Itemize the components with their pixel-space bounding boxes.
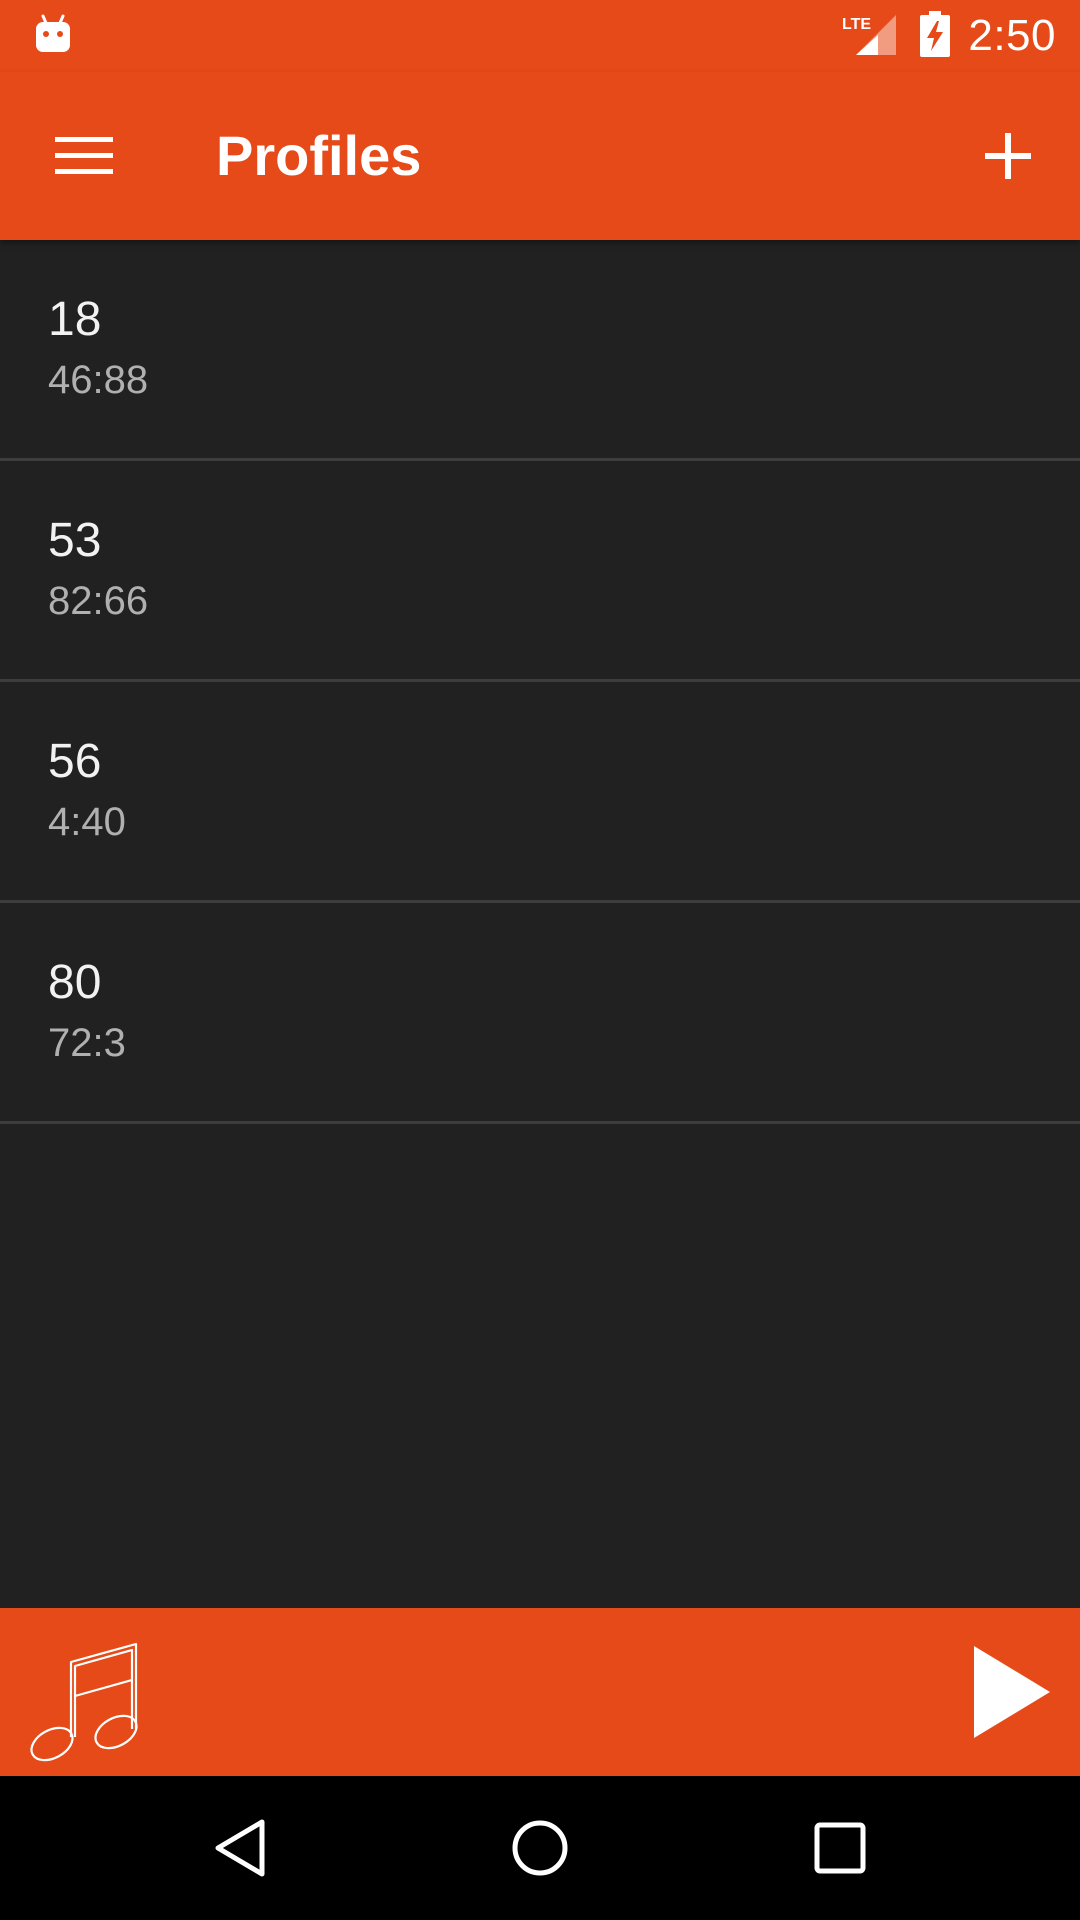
profile-time: 46:88 (48, 358, 149, 402)
navigation-bar (0, 1776, 1080, 1920)
lte-label: LTE (842, 16, 871, 33)
list-item[interactable]: 53 82:66 (0, 461, 1080, 682)
status-icons: LTE 2:50 (842, 0, 1056, 72)
status-bar: LTE 2:50 (0, 0, 1080, 72)
back-icon (215, 1819, 265, 1877)
list-item[interactable]: 56 4:40 (0, 682, 1080, 903)
home-button[interactable] (500, 1812, 580, 1884)
play-icon (974, 1646, 1050, 1738)
list-item[interactable]: 18 46:88 (0, 240, 1080, 461)
music-note-icon (26, 1626, 146, 1766)
profile-name: 18 (48, 293, 102, 346)
recents-button[interactable] (800, 1812, 880, 1884)
profile-name: 53 (48, 514, 102, 567)
back-button[interactable] (202, 1812, 282, 1884)
page-title: Profiles (216, 124, 422, 187)
profile-list: 18 46:88 53 82:66 56 4:40 80 72:3 (0, 240, 1080, 1124)
battery-charging-icon (920, 10, 951, 62)
add-profile-button[interactable] (958, 112, 1058, 200)
profile-time: 4:40 (48, 800, 126, 844)
list-item[interactable]: 80 72:3 (0, 903, 1080, 1124)
menu-button[interactable] (30, 112, 138, 200)
profile-time: 72:3 (48, 1021, 126, 1065)
profile-name: 56 (48, 735, 102, 788)
play-button[interactable] (960, 1642, 1056, 1742)
app-bar: Profiles (0, 72, 1080, 240)
home-icon (512, 1820, 568, 1876)
android-notification-icon (34, 14, 72, 56)
recents-icon (814, 1822, 866, 1874)
status-time: 2:50 (968, 11, 1056, 60)
hamburger-menu-icon (55, 137, 113, 174)
player-bar (0, 1608, 1080, 1776)
profile-name: 80 (48, 956, 102, 1009)
plus-icon (985, 133, 1031, 179)
lte-signal-icon: LTE (842, 11, 898, 62)
profile-time: 82:66 (48, 579, 149, 623)
